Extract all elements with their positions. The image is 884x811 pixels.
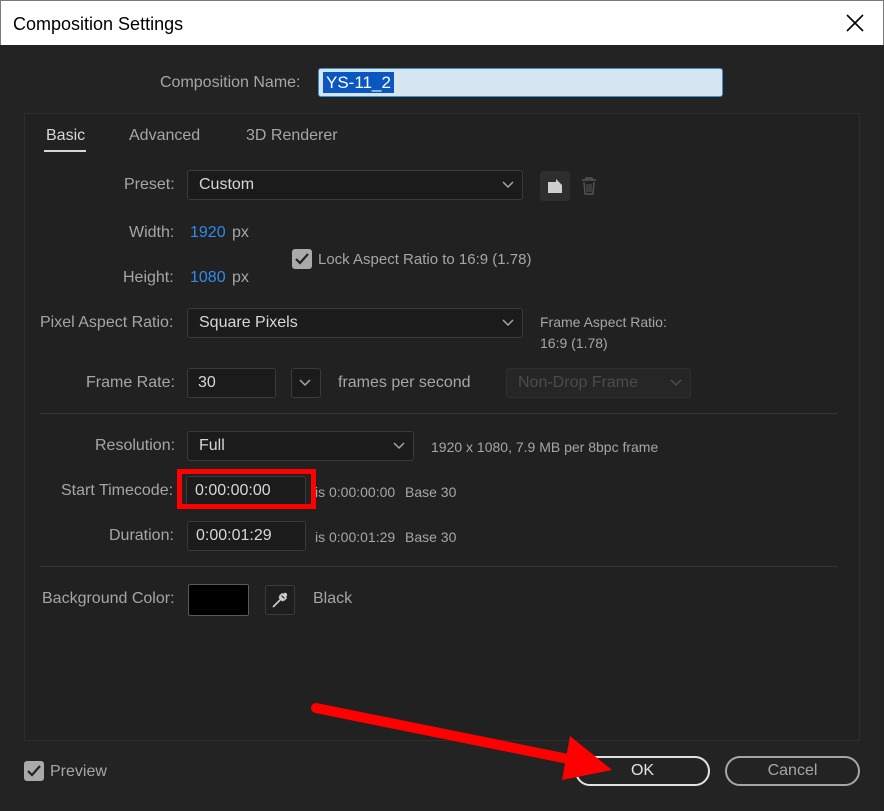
preset-label: Preset: bbox=[124, 176, 175, 193]
preview-label: Preview bbox=[50, 763, 107, 780]
height-value[interactable]: 1080 bbox=[190, 269, 226, 287]
background-color-name: Black bbox=[313, 590, 353, 607]
preset-dropdown[interactable]: Custom bbox=[187, 170, 523, 200]
width-label: Width: bbox=[129, 224, 175, 241]
height-unit: px bbox=[232, 269, 249, 286]
resolution-label: Resolution: bbox=[95, 437, 176, 454]
duration-input[interactable]: 0:00:01:29 bbox=[187, 521, 306, 551]
divider bbox=[40, 566, 838, 567]
delete-preset-button[interactable] bbox=[574, 171, 604, 201]
checkmark-icon bbox=[27, 765, 41, 777]
resolution-info: 1920 x 1080, 7.9 MB per 8bpc frame bbox=[431, 439, 659, 455]
width-value[interactable]: 1920 bbox=[190, 224, 226, 242]
settings-panel bbox=[24, 113, 860, 741]
drop-frame-value: Non-Drop Frame bbox=[518, 374, 639, 391]
lock-aspect-label: Lock Aspect Ratio to 16:9 (1.78) bbox=[318, 251, 532, 268]
width-unit: px bbox=[232, 224, 249, 241]
lock-aspect-checkbox[interactable] bbox=[292, 249, 312, 269]
start-timecode-is: is 0:00:00:00 bbox=[315, 484, 396, 500]
composition-name-input[interactable]: YS-11_2 bbox=[318, 68, 723, 97]
tab-3d-renderer[interactable]: 3D Renderer bbox=[246, 127, 338, 145]
background-color-swatch[interactable] bbox=[188, 584, 249, 616]
ok-button[interactable]: OK bbox=[575, 756, 710, 786]
start-timecode-value: 0:00:00:00 bbox=[195, 482, 271, 499]
divider bbox=[40, 413, 838, 414]
chevron-down-icon bbox=[670, 379, 682, 387]
eyedropper-icon bbox=[272, 592, 288, 608]
composition-name-label: Composition Name: bbox=[160, 74, 301, 91]
start-timecode-base: Base 30 bbox=[405, 484, 457, 500]
pixel-aspect-value: Square Pixels bbox=[199, 314, 298, 331]
tab-active-indicator bbox=[44, 150, 86, 152]
duration-is: is 0:00:01:29 bbox=[315, 529, 396, 545]
duration-value: 0:00:01:29 bbox=[196, 527, 272, 544]
height-label: Height: bbox=[123, 269, 174, 286]
pixel-aspect-label: Pixel Aspect Ratio: bbox=[40, 314, 174, 331]
title-bar: Composition Settings bbox=[0, 0, 884, 45]
frame-rate-dropdown[interactable] bbox=[291, 368, 321, 398]
pixel-aspect-dropdown[interactable]: Square Pixels bbox=[187, 308, 523, 338]
background-color-label: Background Color: bbox=[42, 590, 175, 607]
tab-basic[interactable]: Basic bbox=[46, 127, 85, 145]
trash-icon bbox=[582, 177, 596, 195]
frame-rate-value: 30 bbox=[198, 374, 216, 391]
chevron-down-icon bbox=[502, 181, 514, 189]
chevron-down-icon bbox=[299, 379, 311, 387]
save-preset-icon bbox=[548, 179, 562, 193]
start-timecode-input[interactable]: 0:00:00:00 bbox=[186, 476, 306, 506]
resolution-dropdown[interactable]: Full bbox=[187, 431, 414, 461]
chevron-down-icon bbox=[393, 442, 405, 450]
frame-aspect-label: Frame Aspect Ratio: bbox=[540, 314, 667, 330]
resolution-value: Full bbox=[199, 437, 225, 454]
frame-aspect-value: 16:9 (1.78) bbox=[540, 335, 608, 351]
frame-rate-label: Frame Rate: bbox=[86, 374, 175, 391]
preview-checkbox[interactable] bbox=[24, 761, 44, 781]
frame-rate-input[interactable]: 30 bbox=[187, 368, 276, 398]
close-icon[interactable] bbox=[843, 11, 867, 35]
eyedropper-button[interactable] bbox=[265, 585, 295, 615]
chevron-down-icon bbox=[502, 319, 514, 327]
preset-value: Custom bbox=[199, 176, 255, 193]
cancel-button[interactable]: Cancel bbox=[725, 756, 860, 786]
checkmark-icon bbox=[295, 253, 309, 265]
start-timecode-label: Start Timecode: bbox=[61, 482, 174, 499]
drop-frame-dropdown: Non-Drop Frame bbox=[506, 368, 691, 398]
duration-base: Base 30 bbox=[405, 529, 457, 545]
tab-advanced[interactable]: Advanced bbox=[129, 127, 200, 145]
duration-label: Duration: bbox=[109, 527, 174, 544]
composition-name-value: YS-11_2 bbox=[323, 72, 394, 93]
save-preset-button[interactable] bbox=[540, 171, 570, 201]
frame-rate-unit: frames per second bbox=[338, 374, 471, 391]
window-title: Composition Settings bbox=[13, 14, 184, 34]
